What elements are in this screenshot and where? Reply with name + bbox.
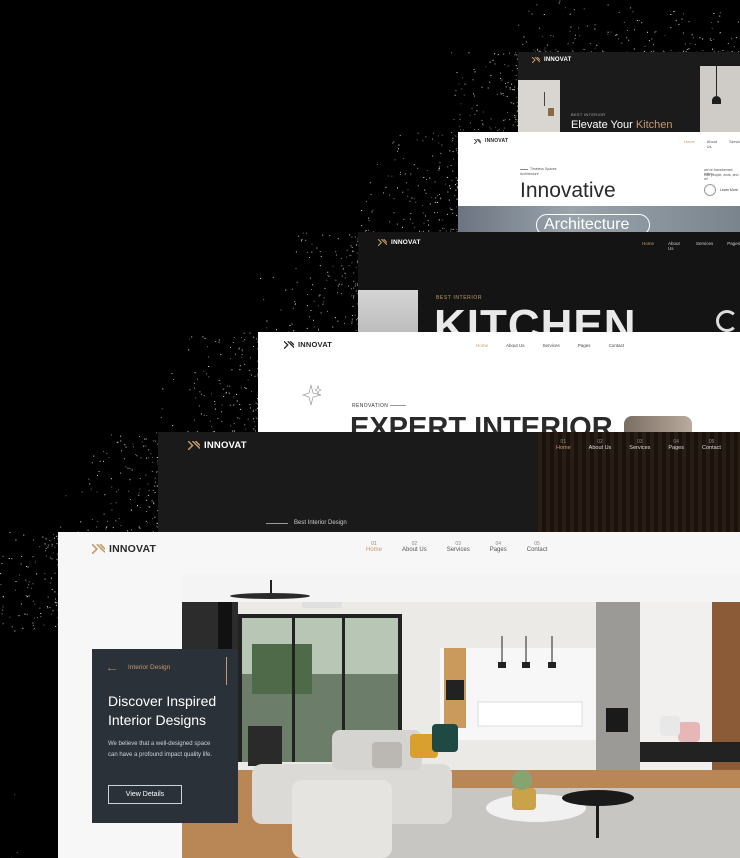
hero-image-wall [518,80,560,132]
nav-label: About Us [402,547,427,553]
small-line-2: Architecture [520,172,539,176]
nav-label: Home [366,547,383,553]
headline: KITCHEN [434,301,637,333]
tagline: Best Interior Design [294,520,347,526]
kicker: RENOVATION [352,403,389,409]
brand-mark-icon [378,239,387,246]
preview-card-renovation-light[interactable]: INNOVAT Home About Us Services Pages Con… [258,332,740,432]
brand-logo: INNOVAT [474,138,508,144]
nav-label: Pages [668,445,684,451]
arrow-circle-icon[interactable] [704,184,716,196]
nav-home[interactable]: Home [642,241,654,251]
brand-name: INNOVAT [298,340,333,349]
nav-pages[interactable]: Pages [578,343,591,348]
brand-logo: INNOVAT [92,543,156,555]
nav-label: Contact [526,547,548,553]
nav-about[interactable]: About Us [506,343,525,348]
top-nav: Home About Us Servic [684,139,740,149]
panel-body-line-1: We believe that a well-designed space [108,741,211,747]
nav-pages[interactable]: Pages [727,241,740,251]
brand-name: INNOVAT [391,239,421,246]
nav-about[interactable]: 02 About Us [402,541,427,553]
sparkle-icon [302,384,322,406]
learn-more-link[interactable]: Learn More [720,188,738,192]
nav-services[interactable]: 03 Services [629,439,650,451]
nav-home[interactable]: 01 Home [366,541,382,553]
headline: EXPERT INTERIOR [350,412,613,433]
brand-mark-icon [188,441,200,450]
kicker: BEST INTERIOR [571,112,606,117]
headline: Innovative [520,179,616,202]
preview-card-kitchen-bold[interactable]: INNOVAT Home About Us Services Pages BES… [358,232,740,332]
top-nav: Home About Us Services Pages Contact [476,343,624,348]
top-nav: 01 Home 02 About Us 03 Services 04 Pages 05 C… [556,439,721,451]
small-line-1: Timeless Spaces [530,167,557,171]
nav-contact[interactable]: Contact [609,343,625,348]
nav-about[interactable]: 02 About Us [589,439,612,451]
brand-mark-icon [92,544,105,554]
top-nav: Home About Us Services Pages [642,241,740,251]
brand-name: INNOVAT [204,440,247,451]
top-nav: 01 Home 02 About Us 03 Services 04 Pages 05 C… [366,541,547,553]
headline-prefix: Elevate Your [571,119,633,131]
brand-logo: INNOVAT [188,440,247,451]
brand-logo: INNOVAT [284,340,332,349]
nav-label: Services [629,445,651,451]
nav-home[interactable]: Home [476,343,488,348]
nav-label: Home [556,445,571,451]
nav-home[interactable]: Home [684,139,695,149]
panel-title-line-2: Interior Designs [108,712,207,728]
preview-card-main-living-room[interactable]: INNOVAT 01 Home 02 About Us 03 Services 04 P… [58,532,740,858]
brand-mark-icon [532,57,540,63]
nav-home[interactable]: 01 Home [556,439,571,451]
headline-inline-image [624,416,692,432]
view-details-button[interactable]: View Details [108,785,182,804]
headline: Elevate Your Kitchen [571,119,673,131]
brand-mark-icon [474,138,481,144]
right-text-2: that people, work, and rel [704,173,739,181]
nav-services[interactable]: 03 Services [447,541,470,553]
panel-kicker: Interior Design [128,664,171,671]
panel-body-line-2: can have a profound impact quality life. [108,752,213,758]
brand-name: INNOVAT [485,138,509,144]
brand-mark-icon [284,340,294,349]
panel-arrow-icon: ⟵ [108,667,117,673]
preview-card-interior-dark[interactable]: INNOVAT 01 Home 02 About Us 03 Services 04 P… [158,432,740,532]
nav-pages[interactable]: 04 Pages [668,439,684,451]
pill-text: Architecture [544,216,630,232]
hero-image-cabinet [358,290,418,332]
nav-about[interactable]: About Us [707,139,717,149]
preview-card-kitchen-dark[interactable]: INNOVAT BEST INTERIOR Elevate Your Kitch… [518,52,740,132]
hero-image-lamp [700,66,740,132]
brand-logo: INNOVAT [378,239,421,246]
nav-services[interactable]: Servic [729,139,740,149]
headline-accent: Kitchen [635,119,673,131]
nav-about[interactable]: About Us [668,241,682,251]
nav-services[interactable]: Services [696,241,713,251]
panel-title-line-1: Discover Inspired [108,693,217,709]
brand-name: INNOVAT [109,543,157,555]
brand-name: INNOVAT [544,57,572,63]
nav-contact[interactable]: 05 Contact [702,439,721,451]
brand-logo: INNOVAT [532,57,572,63]
spinner-icon [716,310,738,332]
nav-label: Contact [702,445,721,451]
nav-services[interactable]: Services [543,343,560,348]
hero-image-living-room [182,574,740,858]
nav-contact[interactable]: 05 Contact [527,541,548,553]
feature-panel: ⟵ Interior Design Discover Inspired Inte… [92,649,238,823]
nav-pages[interactable]: 04 Pages [490,541,507,553]
nav-label: Pages [489,547,507,553]
nav-label: About Us [588,445,612,451]
nav-label: Services [446,547,470,553]
preview-card-architecture-light[interactable]: INNOVAT Home About Us Servic Timeless Sp… [458,132,740,232]
